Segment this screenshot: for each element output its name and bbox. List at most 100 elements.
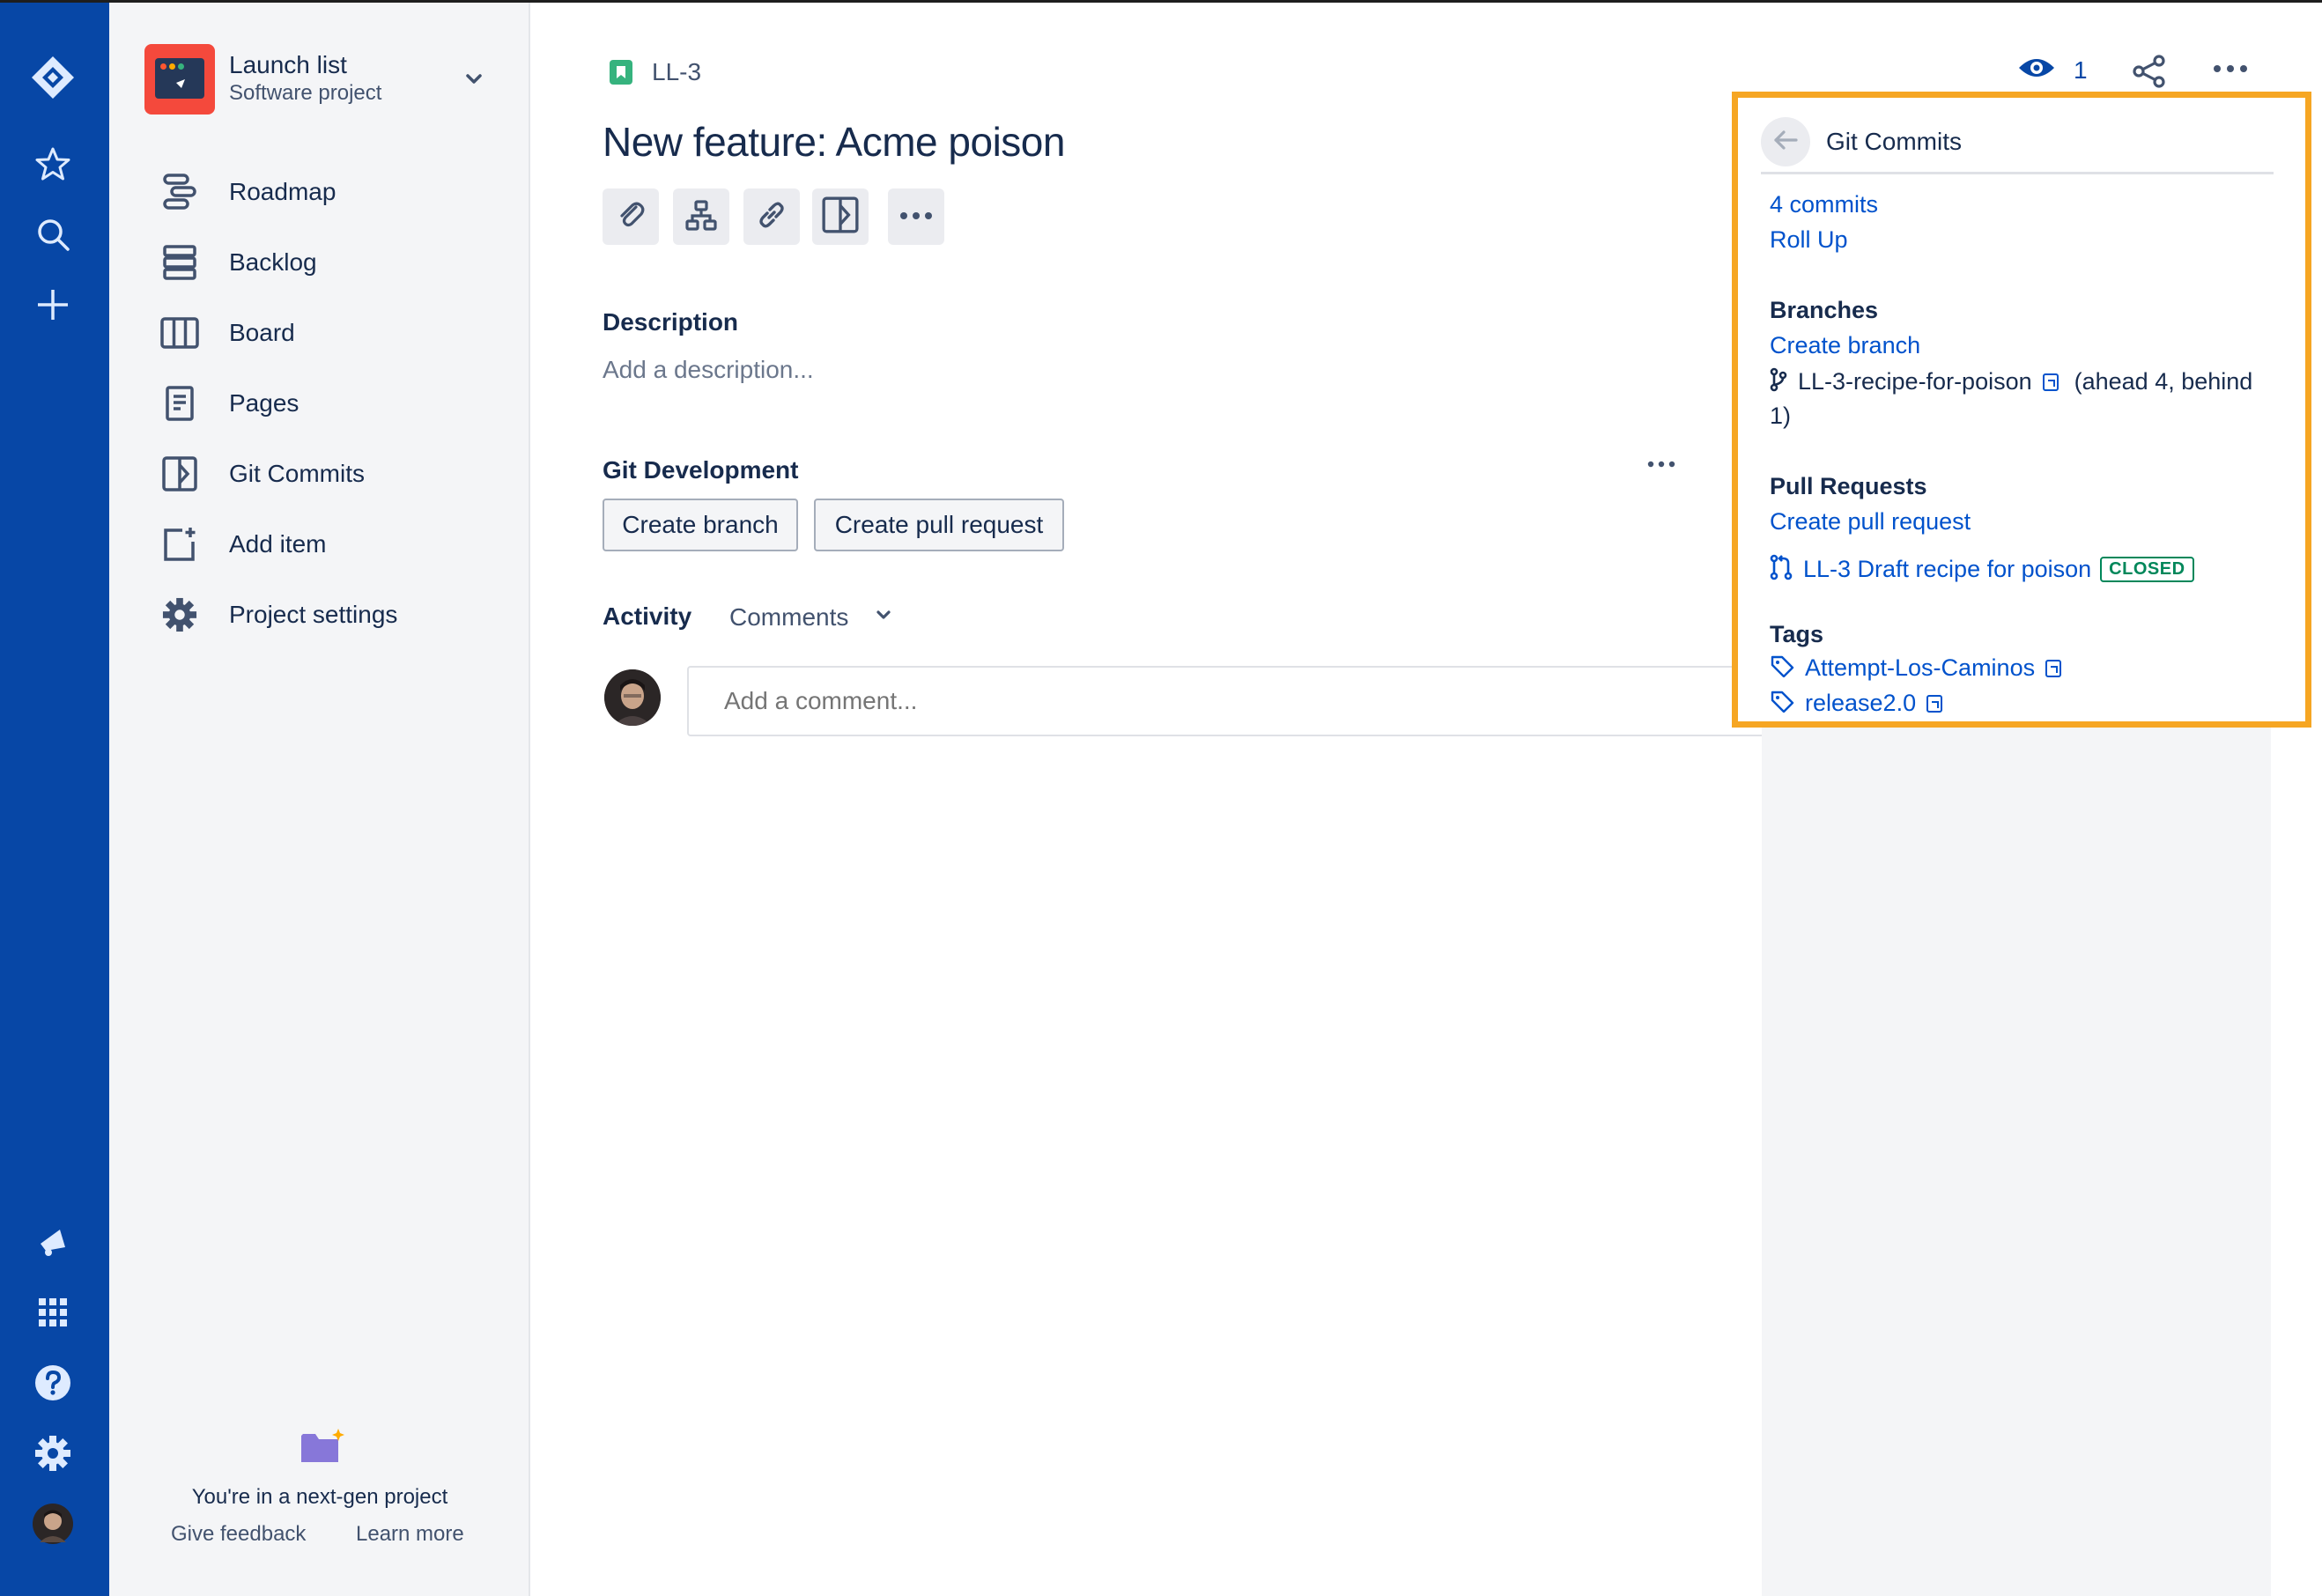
board-icon [159,312,201,354]
git-commits-icon [821,196,860,239]
branches-heading: Branches [1770,297,1879,323]
git-development-heading: Git Development [603,456,799,484]
project-sidebar: Launch list Software project Roadmap Bac… [109,0,530,1596]
watch-button[interactable]: 1 [2017,55,2088,85]
window-top-border [0,0,2322,3]
create-plus-icon[interactable] [28,280,78,329]
pull-request-link[interactable]: LL-3 Draft recipe for poison [1803,556,2091,583]
eye-icon [2017,55,2056,85]
add-item-icon [159,523,201,565]
project-type: Software project [229,81,382,105]
settings-gear-icon [159,594,201,636]
description-field[interactable]: Add a description... [603,356,814,384]
search-icon[interactable] [28,210,78,259]
comment-input[interactable] [687,666,1778,736]
description-heading: Description [603,308,739,336]
branch-name[interactable]: LL-3-recipe-for-poison [1798,368,2032,395]
branch-status-continued: 1) [1770,403,1792,429]
link-issue-button[interactable] [743,188,800,245]
sidebar-item-pages[interactable]: Pages [159,379,493,428]
branch-row: LL-3-recipe-for-poison (ahead 4, behind [1770,367,2252,396]
roll-up-link[interactable]: Roll Up [1770,226,1848,254]
tag-link[interactable]: release2.0 [1805,690,1916,717]
settings-gear-icon[interactable] [28,1429,78,1478]
commits-link[interactable]: 4 commits [1770,191,1878,218]
git-commits-icon [159,453,201,495]
sidebar-item-label: Backlog [229,248,317,276]
git-commits-button[interactable] [812,188,869,245]
tag-link[interactable]: Attempt-Los-Caminos [1805,654,2035,682]
status-badge: CLOSED [2100,557,2194,582]
pages-icon [159,382,201,425]
activity-heading: Activity [603,602,692,630]
learn-more-link[interactable]: Learn more [356,1522,464,1547]
more-horizontal-icon[interactable] [1647,454,1682,472]
more-horizontal-icon [898,209,934,225]
sidebar-item-label: Git Commits [229,460,365,487]
sidebar-item-label: Roadmap [229,178,336,205]
create-branch-button[interactable]: Create branch [603,499,798,551]
issue-key-link[interactable]: LL-3 [652,58,701,86]
pull-request-row: LL-3 Draft recipe for poison CLOSED [1770,554,2194,585]
share-button[interactable] [2132,55,2167,92]
activity-filter-value: Comments [729,603,849,631]
link-icon [755,198,788,236]
branch-status: (ahead 4, behind [2074,368,2253,395]
tags-heading: Tags [1770,621,1824,647]
sidebar-item-backlog[interactable]: Backlog [159,238,493,287]
story-type-icon[interactable] [610,60,632,85]
app-switcher-icon[interactable] [28,1288,78,1337]
chevron-down-icon [873,603,894,632]
issue-details-column [1762,722,2271,1596]
more-horizontal-icon [2213,62,2248,77]
next-gen-folder-icon [299,1427,345,1466]
arrow-left-icon [1772,129,1799,156]
git-branch-icon [1770,367,1787,396]
roadmap-icon [159,171,201,213]
more-actions-button[interactable] [2213,62,2248,78]
external-link-icon[interactable] [2042,373,2059,391]
tag-row: Attempt-Los-Caminos [1770,654,2062,682]
sidebar-item-label: Board [229,319,295,346]
external-link-icon[interactable] [1926,694,1943,713]
back-button[interactable] [1761,117,1810,166]
issue-title[interactable]: New feature: Acme poison [603,118,1065,166]
add-child-issue-button[interactable] [673,188,729,245]
tag-icon [1770,654,1794,682]
more-actions-button[interactable] [888,188,944,245]
git-commits-panel: Git Commits 4 commits Roll Up Branches C… [1732,92,2311,728]
git-panel-title: Git Commits [1826,128,1962,155]
backlog-icon [159,241,201,284]
jira-logo-icon[interactable] [28,53,78,102]
sidebar-item-git-commits[interactable]: Git Commits [159,449,493,499]
notifications-megaphone-icon[interactable] [28,1217,78,1267]
profile-avatar[interactable] [28,1499,78,1548]
sidebar-item-project-settings[interactable]: Project settings [159,590,493,639]
next-gen-message: You're in a next-gen project [191,1485,448,1509]
sidebar-item-board[interactable]: Board [159,308,493,358]
hierarchy-icon [684,199,718,235]
pull-request-icon [1770,554,1793,585]
chevron-down-icon[interactable] [462,67,486,92]
project-name[interactable]: Launch list [229,51,347,79]
star-icon[interactable] [28,139,78,188]
create-branch-link[interactable]: Create branch [1770,332,1920,359]
give-feedback-link[interactable]: Give feedback [171,1522,306,1547]
watch-count: 1 [2074,55,2088,84]
project-avatar[interactable] [144,44,215,115]
sidebar-item-add-item[interactable]: Add item [159,520,493,569]
attach-button[interactable] [603,188,659,245]
tag-icon [1770,690,1794,717]
pull-requests-heading: Pull Requests [1770,473,1927,499]
create-pull-request-button[interactable]: Create pull request [814,499,1064,551]
external-link-icon[interactable] [2045,659,2062,677]
share-icon [2132,55,2167,92]
create-pull-request-link[interactable]: Create pull request [1770,508,1971,536]
tag-row: release2.0 [1770,690,1943,717]
sidebar-item-roadmap[interactable]: Roadmap [159,167,493,217]
sidebar-item-label: Project settings [229,601,398,628]
activity-filter-select[interactable]: Comments [729,594,894,641]
global-nav [0,0,109,1596]
sidebar-item-label: Pages [229,389,299,417]
help-icon[interactable] [28,1358,78,1408]
